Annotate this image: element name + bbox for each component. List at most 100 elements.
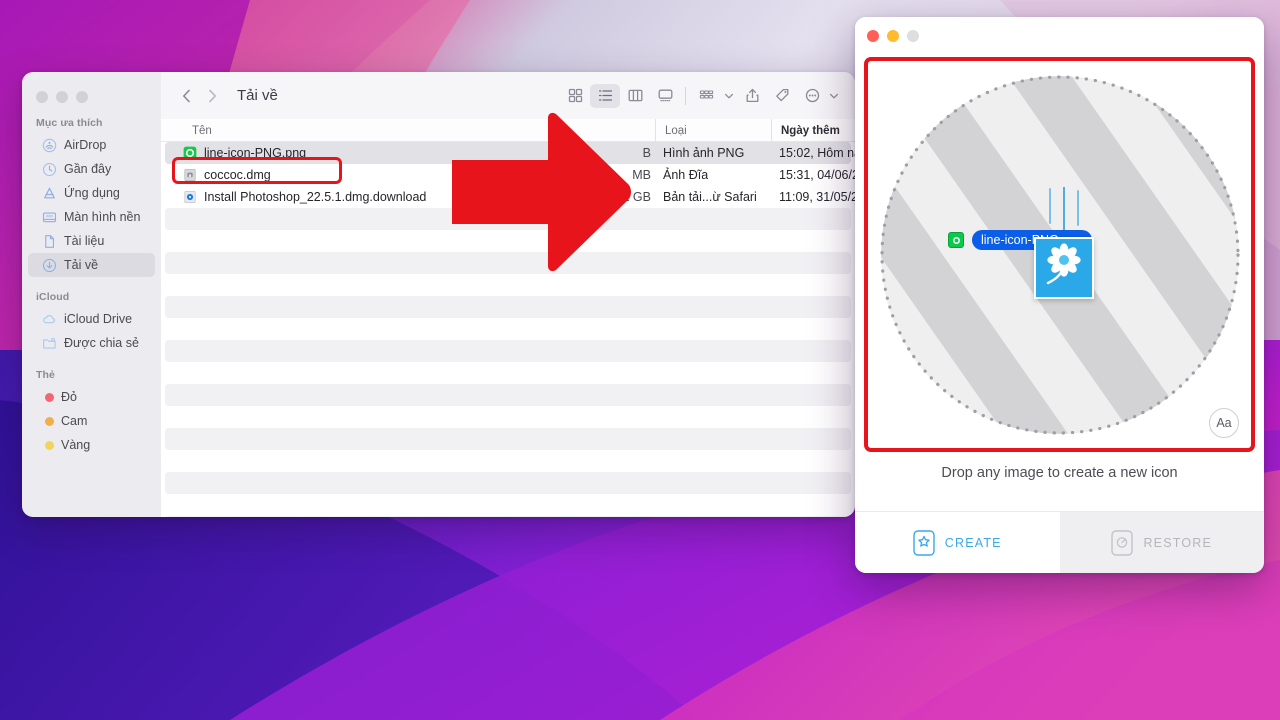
shared-folder-icon <box>43 337 56 349</box>
airdrop-icon <box>42 138 57 152</box>
sidebar-item-label: Gần đây <box>64 162 112 176</box>
column-header-name[interactable]: Tên <box>183 119 212 142</box>
finder-traffic-lights[interactable] <box>22 80 161 103</box>
more-actions-chevron[interactable] <box>827 84 841 108</box>
documents-icon <box>45 234 54 248</box>
green-png-badge-icon <box>948 232 964 248</box>
sidebar-item-downloads[interactable]: Tải về <box>28 253 155 277</box>
row-background <box>165 384 851 406</box>
finder-close-button[interactable] <box>36 91 48 103</box>
disk-image-icon <box>184 168 196 181</box>
back-button[interactable] <box>173 83 199 109</box>
sidebar-item-label: Ứng dụng <box>64 186 120 200</box>
forward-button[interactable] <box>199 83 225 109</box>
arrow-right-icon <box>452 112 631 272</box>
red-arrow-annotation <box>452 112 632 272</box>
row-kind-cell: Hình ảnh PNG <box>663 146 745 160</box>
empty-row <box>161 296 855 318</box>
dragged-file-ghost[interactable]: line-icon-PNG.png <box>946 187 1146 307</box>
sidebar-item-applications[interactable]: Ứng dụng <box>28 181 155 205</box>
chevron-right-icon <box>208 89 216 102</box>
sidebar-group-favourites: Mục ưa thích AirDrop Gần đây Ứng dụng Mà… <box>22 117 161 277</box>
list-view-icon <box>598 90 612 101</box>
row-date-cell: 15:02, Hôm nay <box>779 146 855 160</box>
create-button[interactable]: CREATE <box>855 512 1060 573</box>
column-header-kind[interactable]: Loại <box>655 119 687 142</box>
share-button[interactable] <box>737 84 767 108</box>
sidebar-group-icloud: iCloud iCloud Drive Được chia sẻ <box>22 291 161 355</box>
png-badge-glyph-icon <box>952 236 960 244</box>
downloads-icon <box>42 258 57 272</box>
sidebar-item-label: Màn hình nền <box>64 210 141 224</box>
iconapp-titlebar[interactable] <box>855 17 1264 55</box>
star-box-icon <box>913 529 935 556</box>
iconapp-minimize-button[interactable] <box>887 30 899 42</box>
sidebar-item-label: Tài liệu <box>64 234 105 248</box>
sidebar-item-tag-orange[interactable]: Cam <box>28 409 155 433</box>
tag-button[interactable] <box>767 84 797 108</box>
row-name-cell[interactable]: coccoc.dmg <box>183 164 271 186</box>
view-icon-button[interactable] <box>560 84 590 108</box>
row-background <box>165 296 851 318</box>
sidebar-item-tag-yellow[interactable]: Vàng <box>28 433 155 457</box>
sidebar-item-desktop[interactable]: Màn hình nền <box>28 205 155 229</box>
sidebar-item-icloud-drive[interactable]: iCloud Drive <box>28 307 155 331</box>
sidebar-item-label: AirDrop <box>64 138 107 152</box>
group-by-button[interactable] <box>691 84 721 108</box>
view-column-button[interactable] <box>620 84 650 108</box>
more-icon <box>805 88 819 103</box>
sidebar-heading-favourites: Mục ưa thích <box>36 117 103 129</box>
sidebar-item-label: Đỏ <box>61 390 77 404</box>
chevron-down-icon <box>829 93 839 98</box>
row-name-cell[interactable]: Install Photoshop_22.5.1.dmg.download <box>183 186 426 208</box>
view-list-button[interactable] <box>590 83 620 108</box>
sidebar-heading-icloud: iCloud <box>36 291 70 303</box>
empty-row <box>161 340 855 362</box>
finder-sidebar[interactable]: Mục ưa thích AirDrop Gần đây Ứng dụng Mà… <box>22 72 161 517</box>
row-date-cell: 15:31, 04/06/20 <box>779 168 855 182</box>
applications-icon <box>44 187 55 198</box>
group-by-chevron[interactable] <box>721 84 737 108</box>
chevron-down-icon <box>724 93 734 98</box>
view-gallery-button[interactable] <box>650 84 680 108</box>
sidebar-item-label: Vàng <box>61 438 91 452</box>
sidebar-item-recents[interactable]: Gần đây <box>28 157 155 181</box>
row-background <box>165 472 851 494</box>
column-header-date-added[interactable]: Ngày thêm <box>771 119 840 142</box>
row-kind-cell: Ảnh Đĩa <box>663 168 709 182</box>
icon-view-icon <box>568 88 582 103</box>
iconapp-action-bar[interactable]: CREATE RESTORE <box>855 511 1264 573</box>
image2icon-window[interactable]: line-icon-PNG.png Aa Drop any image to c… <box>855 17 1264 573</box>
empty-row <box>161 516 855 517</box>
sidebar-item-shared[interactable]: Được chia sẻ <box>28 331 155 355</box>
png-file-icon <box>183 146 197 160</box>
finder-zoom-button[interactable] <box>76 91 88 103</box>
group-by-icon <box>699 90 713 99</box>
finder-minimize-button[interactable] <box>56 91 68 103</box>
gallery-view-icon <box>658 89 672 102</box>
row-name-cell[interactable]: line-icon-PNG.png <box>183 142 306 164</box>
restore-button-label: RESTORE <box>1143 535 1213 550</box>
restore-button[interactable]: RESTORE <box>1059 512 1264 573</box>
text-style-badge[interactable]: Aa <box>1209 408 1239 438</box>
row-background <box>165 516 851 517</box>
sidebar-item-documents[interactable]: Tài liệu <box>28 229 155 253</box>
tag-dot-icon <box>45 392 54 402</box>
sidebar-item-label: Được chia sẻ <box>64 336 139 350</box>
sidebar-item-airdrop[interactable]: AirDrop <box>28 133 155 157</box>
finder-window[interactable]: Mục ưa thích AirDrop Gần đây Ứng dụng Mà… <box>22 72 855 517</box>
tag-icon <box>775 88 788 102</box>
empty-row <box>161 428 855 450</box>
empty-row <box>161 472 855 494</box>
sidebar-heading-tags: Thẻ <box>36 369 55 381</box>
sidebar-item-label: iCloud Drive <box>64 312 133 326</box>
icon-dropzone[interactable]: line-icon-PNG.png Aa <box>864 57 1255 452</box>
iconapp-close-button[interactable] <box>867 30 879 42</box>
more-actions-button[interactable] <box>797 84 827 108</box>
flower-glyph-icon <box>1046 243 1081 285</box>
desktop-icon <box>42 211 57 222</box>
row-kind-cell: Bản tải...ừ Safari <box>663 190 757 204</box>
column-view-icon <box>628 89 642 102</box>
iconapp-zoom-button[interactable] <box>907 30 919 42</box>
sidebar-item-tag-red[interactable]: Đỏ <box>28 385 155 409</box>
